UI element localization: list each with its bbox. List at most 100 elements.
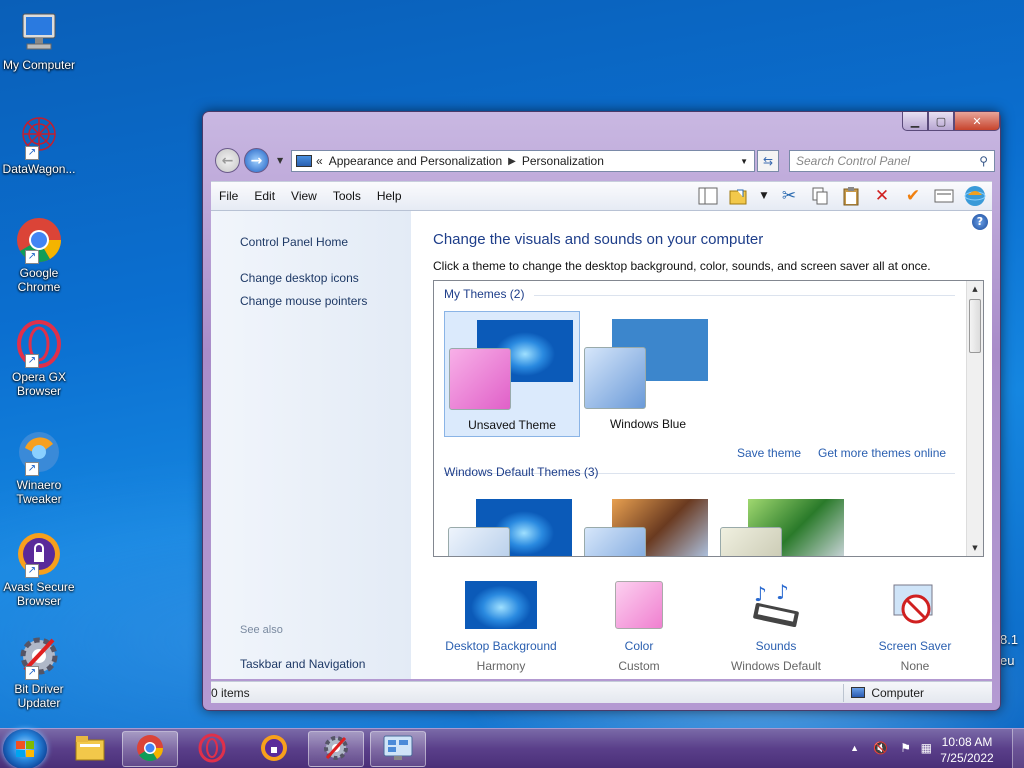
desktop-icon-bit-driver-updater[interactable]: ↗ Bit Driver Updater [2,632,76,710]
shortcut-arrow-icon: ↗ [25,354,39,368]
menu-help[interactable]: Help [369,189,410,203]
desktop-icon-my-computer[interactable]: My Computer [2,8,76,72]
save-theme-link[interactable]: Save theme [737,446,801,460]
desktop-icon-label: Google Chrome [17,266,61,294]
taskbar-file-explorer[interactable] [62,731,118,767]
menu-tools[interactable]: Tools [325,189,369,203]
setting-name[interactable]: Color [569,639,709,653]
search-input[interactable]: Search Control Panel ⚲ [789,150,995,172]
taskbar: ▲ 🔇 ⚑ ▦ 10:08 AM 7/25/2022 [0,728,1024,768]
desktop-background-setting[interactable]: Desktop Background Harmony [431,581,571,673]
main-content: ? Change the visuals and sounds on your … [411,211,992,679]
control-panel-home-link[interactable]: Control Panel Home [240,235,348,249]
page-subtitle: Click a theme to change the desktop back… [433,259,931,273]
properties-icon[interactable] [933,185,955,207]
breadcrumb-appearance[interactable]: Appearance and Personalization [329,154,502,168]
control-panel-icon [296,155,312,167]
page-title: Change the visuals and sounds on your co… [433,231,764,248]
theme-nature[interactable] [716,491,852,556]
maximize-button[interactable]: ▢ [928,112,954,131]
taskbar-navigation-link[interactable]: Taskbar and Navigation [240,657,365,671]
sounds-setting[interactable]: ♪ ♪ Sounds Windows Default [706,580,846,673]
copy-icon[interactable] [809,185,831,207]
scroll-thumb[interactable] [969,299,981,353]
color-swatch-icon [569,581,709,631]
change-mouse-pointers-link[interactable]: Change mouse pointers [240,294,367,308]
chrome-icon [135,733,165,766]
scroll-down-icon[interactable]: ▼ [967,540,983,556]
desktop-icon-opera-gx[interactable]: ↗ Opera GX Browser [2,320,76,398]
menu-edit[interactable]: Edit [246,189,283,203]
theme-list-scrollbar[interactable]: ▲ ▼ [966,281,983,556]
desktop-background-icon [431,581,571,631]
delete-icon[interactable]: ✕ [871,185,893,207]
clock[interactable]: 10:08 AM 7/25/2022 [932,734,1002,766]
setting-name[interactable]: Sounds [706,639,846,653]
change-desktop-icons-link[interactable]: Change desktop icons [240,271,359,285]
setting-name[interactable]: Screen Saver [845,639,985,653]
paste-icon[interactable] [840,185,862,207]
desktop-icon-datawagon[interactable]: ↗ DataWagon... [2,112,76,176]
folder-options-icon[interactable] [728,185,750,207]
breadcrumb-personalization[interactable]: Personalization [522,154,604,168]
bit-driver-updater-icon: ↗ [15,632,63,680]
svg-text:♪: ♪ [754,582,767,606]
address-bar[interactable]: « Appearance and Personalization ▶ Perso… [291,150,755,172]
status-bar: 0 items Computer [211,681,992,703]
breadcrumb-overflow[interactable]: « [316,154,323,168]
shortcut-arrow-icon: ↗ [25,462,39,476]
partial-desktop-text: eu [1000,653,1015,668]
dropdown-icon[interactable]: ▼ [759,185,769,207]
breadcrumb-separator-icon[interactable]: ▶ [508,156,516,167]
show-desktop-button[interactable] [1012,729,1024,768]
taskbar-opera-gx[interactable] [184,731,240,767]
network-icon[interactable]: ▦ [921,741,932,755]
check-icon[interactable]: ✔ [902,185,924,207]
theme-architecture[interactable] [580,491,716,556]
color-setting[interactable]: Color Custom [569,581,709,673]
see-also-heading: See also [240,624,283,636]
my-themes-heading[interactable]: My Themes (2) [444,287,524,301]
default-themes-heading[interactable]: Windows Default Themes (3) [444,465,599,479]
theme-color-swatch [449,348,511,410]
screen-saver-setting[interactable]: Screen Saver None [845,581,985,673]
forward-button[interactable]: → [244,148,269,173]
refresh-button[interactable]: ⇆ [757,150,779,172]
minimize-button[interactable]: ▁ [902,112,928,131]
search-icon[interactable]: ⚲ [979,154,988,168]
start-button[interactable] [3,729,47,768]
taskbar-bit-driver-updater[interactable] [308,731,364,767]
theme-windows-blue[interactable]: Windows Blue [580,311,716,437]
theme-list[interactable]: My Themes (2) Unsaved Theme Windows Blue… [433,280,984,557]
back-arrow-icon: ← [221,152,234,169]
desktop-icon-google-chrome[interactable]: ↗ Google Chrome [2,216,76,294]
address-dropdown-icon[interactable]: ▼ [740,157,748,166]
setting-value: Custom [618,659,660,673]
taskbar-google-chrome[interactable] [122,731,178,767]
show-hidden-icons-icon[interactable]: ▲ [850,743,859,753]
get-more-themes-link[interactable]: Get more themes online [818,446,946,460]
menu-file[interactable]: File [211,189,246,203]
desktop-icon-label: My Computer [2,58,76,72]
volume-muted-icon[interactable]: 🔇 [873,741,888,755]
personalization-window[interactable]: ▁ ▢ ✕ ← → ▼ « Appearance and Personaliza… [202,111,1001,711]
theme-unsaved[interactable]: Unsaved Theme [444,311,580,437]
close-button[interactable]: ✕ [954,112,1000,131]
action-center-flag-icon[interactable]: ⚑ [900,741,911,755]
layout-icon[interactable] [697,185,719,207]
screen-saver-icon [845,581,985,631]
theme-windows-7[interactable] [444,491,580,556]
cut-icon[interactable]: ✂ [778,185,800,207]
setting-name[interactable]: Desktop Background [431,639,571,653]
theme-color-swatch [448,527,510,556]
help-icon[interactable]: ? [972,214,988,230]
scroll-up-icon[interactable]: ▲ [967,281,983,297]
recent-pages-dropdown[interactable]: ▼ [277,156,283,165]
desktop-icon-winaero-tweaker[interactable]: ↗ Winaero Tweaker [2,428,76,506]
back-button[interactable]: ← [215,148,240,173]
taskbar-avast-secure-browser[interactable] [246,731,302,767]
globe-icon[interactable] [964,185,986,207]
taskbar-control-panel[interactable] [370,731,426,767]
desktop-icon-avast-secure-browser[interactable]: ↗ Avast Secure Browser [2,530,76,608]
menu-view[interactable]: View [283,189,325,203]
